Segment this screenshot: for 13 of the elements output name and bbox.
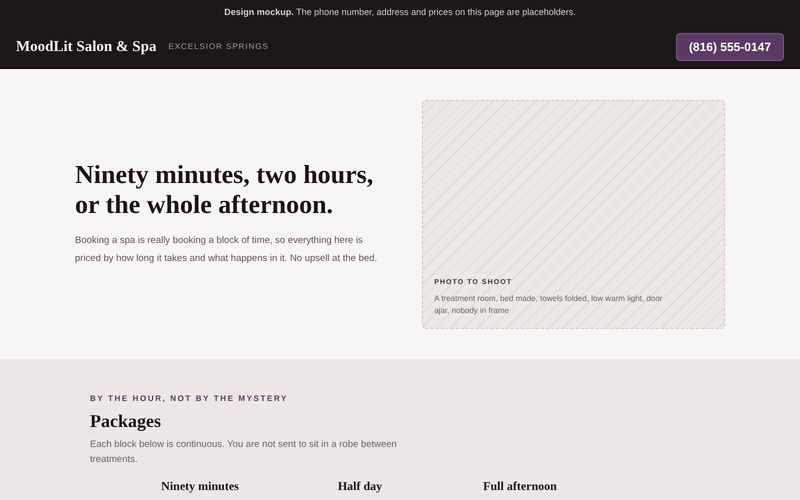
mockup-notice: Design mockup. The phone number, address and prices on this page are placeholders. — [224, 6, 576, 20]
hero-heading: Ninety minutes, two hours, or the whole afternoon. — [75, 160, 374, 220]
location-label: EXCELSIOR SPRINGS — [168, 41, 269, 53]
packages-heading: Packages — [90, 410, 162, 433]
phone-button[interactable]: (816) 555-0147 — [676, 33, 784, 61]
hero-text: Booking a spa is really booking a block of time, so everything here is priced by how long it takes and what happens in it. No upsell at the bed. — [75, 234, 378, 266]
photo-caption: A treatment room, bed made, towels folded, low warm light, door ajar, nobody in frame — [434, 292, 664, 316]
package-title: Full afternoon — [482, 478, 558, 495]
package-title: Half day — [336, 478, 384, 495]
brand-name: MoodLit Salon & Spa — [16, 38, 156, 57]
packages-eyebrow: BY THE HOUR, NOT BY THE MYSTERY — [90, 393, 289, 405]
packages-intro: Each block below is continuous. You are not sent to sit in a robe between treatments. — [90, 438, 398, 467]
package-title: Ninety minutes — [160, 478, 240, 495]
